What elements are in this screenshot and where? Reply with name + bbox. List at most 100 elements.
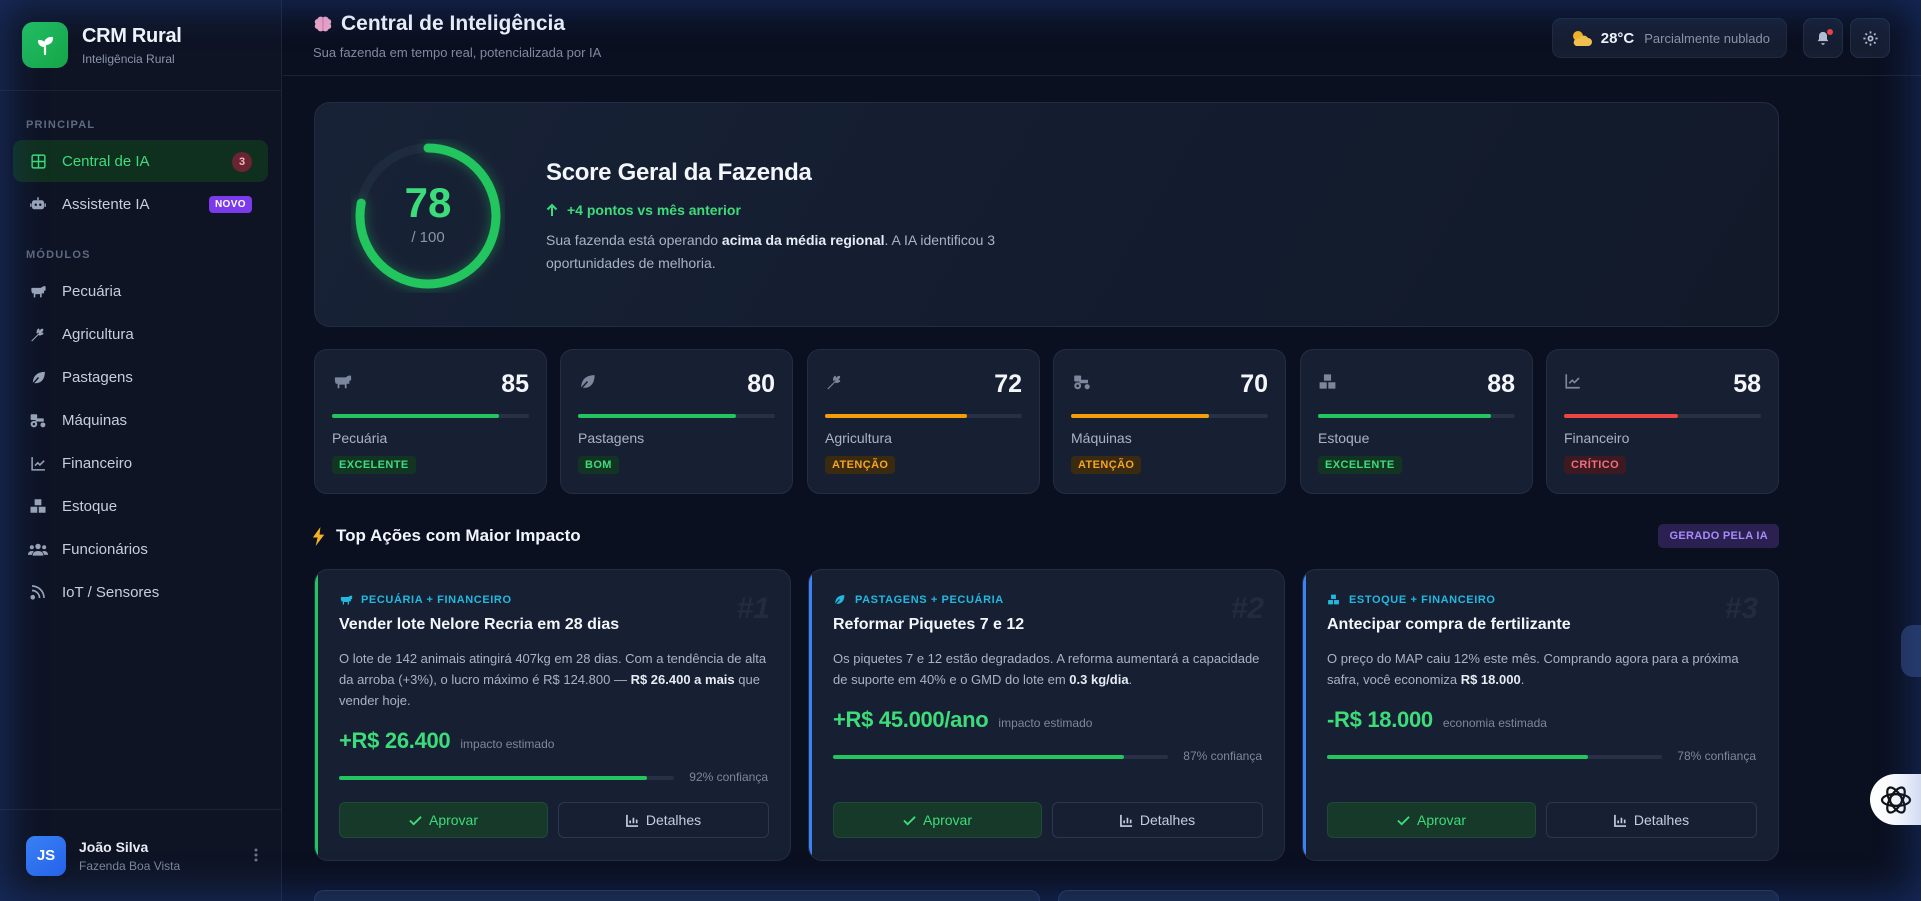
module-card-pastagens[interactable]: 80 Pastagens BOM — [560, 349, 793, 494]
action-impact: +R$ 45.000/ano impacto estimado — [833, 707, 1092, 733]
user-profile[interactable]: JS João Silva Fazenda Boa Vista — [0, 809, 282, 901]
leaf-icon — [833, 593, 848, 607]
action-impact-value: +R$ 26.400 — [339, 728, 451, 753]
avatar: JS — [26, 835, 66, 876]
action-desc-bold: 0.3 kg/dia — [1069, 672, 1129, 687]
action-category: PECUÁRIA + FINANCEIRO — [339, 593, 512, 607]
sidebar-item-pecuaria[interactable]: Pecuária — [13, 270, 268, 312]
action-card-2[interactable]: #2 PASTAGENS + PECUÁRIA Reformar Piquete… — [808, 569, 1285, 861]
sidebar-item-agricultura[interactable]: Agricultura — [13, 313, 268, 355]
check-icon — [1397, 815, 1410, 826]
module-score: 58 — [1733, 370, 1761, 398]
module-progress-bar — [1318, 414, 1515, 418]
action-category: PASTAGENS + PECUÁRIA — [833, 593, 1004, 607]
module-card-agricultura[interactable]: 72 Agricultura ATENÇÃO — [807, 349, 1040, 494]
module-status-badge: EXCELENTE — [1318, 456, 1402, 474]
action-impact: +R$ 26.400 impacto estimado — [339, 728, 554, 754]
module-name: Agricultura — [825, 430, 892, 446]
action-confidence-label: 92% confiança — [689, 770, 768, 784]
module-name: Máquinas — [1071, 430, 1132, 446]
arrow-up-icon — [546, 203, 558, 217]
sidebar-item-label: IoT / Sensores — [62, 583, 160, 601]
action-category-text: ESTOQUE + FINANCEIRO — [1349, 594, 1496, 606]
assistant-launcher-button[interactable] — [1870, 774, 1921, 825]
module-progress-bar — [1564, 414, 1761, 418]
action-category: ESTOQUE + FINANCEIRO — [1327, 593, 1496, 607]
more-vertical-icon[interactable] — [254, 848, 258, 862]
sidebar-item-financeiro[interactable]: Financeiro — [13, 442, 268, 484]
sidebar-item-funcionarios[interactable]: Funcionários — [13, 528, 268, 570]
action-impact-label: impacto estimado — [998, 716, 1093, 730]
chart-line-icon — [28, 453, 48, 473]
action-rank: #2 — [1230, 592, 1264, 625]
brain-icon — [313, 15, 333, 33]
action-impact: -R$ 18.000 economia estimada — [1327, 707, 1547, 733]
action-accent-bar — [809, 570, 812, 860]
sidebar-item-iot[interactable]: IoT / Sensores — [13, 571, 268, 613]
module-score: 72 — [994, 370, 1022, 398]
module-name: Financeiro — [1564, 430, 1630, 446]
sidebar-item-assistente-ia[interactable]: Assistente IA NOVO — [13, 183, 268, 225]
sidebar-item-label: Financeiro — [62, 454, 133, 472]
tractor-icon — [1071, 372, 1093, 392]
sidebar-item-pastagens[interactable]: Pastagens — [13, 356, 268, 398]
sidebar-item-estoque[interactable]: Estoque — [13, 485, 268, 527]
approve-button[interactable]: Aprovar — [339, 802, 548, 838]
section-title-text: Top Ações com Maior Impacto — [336, 526, 581, 545]
action-accent-bar — [1303, 570, 1306, 860]
action-description: O lote de 142 animais atingirá 407kg em … — [339, 648, 769, 711]
score-value: 78 — [404, 179, 452, 226]
action-impact-value: +R$ 45.000/ano — [833, 707, 989, 732]
approve-button[interactable]: Aprovar — [1327, 802, 1536, 838]
chart-line-icon — [1564, 372, 1586, 392]
details-button[interactable]: Detalhes — [1546, 802, 1757, 838]
action-confidence-label: 78% confiança — [1677, 749, 1756, 763]
check-icon — [409, 815, 422, 826]
action-impact-value: -R$ 18.000 — [1327, 707, 1433, 732]
module-card-pecuaria[interactable]: 85 Pecuária EXCELENTE — [314, 349, 547, 494]
users-icon — [28, 539, 48, 559]
ai-generated-tag: GERADO PELA IA — [1658, 524, 1779, 548]
action-rank: #3 — [1724, 592, 1758, 625]
module-card-financeiro[interactable]: 58 Financeiro CRÍTICO — [1546, 349, 1779, 494]
action-description: Os piquetes 7 e 12 estão degradados. A r… — [833, 648, 1263, 690]
leaf-icon — [28, 367, 48, 387]
notification-count-badge: 3 — [232, 152, 252, 172]
action-confidence-label: 87% confiança — [1183, 749, 1262, 763]
bar-chart-icon — [1119, 814, 1133, 827]
module-progress-bar — [825, 414, 1022, 418]
next-card-peek — [314, 890, 1040, 901]
next-card-peek — [1058, 890, 1779, 901]
settings-button[interactable] — [1850, 18, 1890, 58]
module-card-maquinas[interactable]: 70 Máquinas ATENÇÃO — [1053, 349, 1286, 494]
notifications-button[interactable] — [1803, 18, 1843, 58]
user-name: João Silva — [79, 838, 149, 855]
module-status-badge: BOM — [578, 456, 619, 474]
module-score: 70 — [1240, 370, 1268, 398]
sidebar-item-label: Pastagens — [62, 368, 133, 386]
sun-cloud-icon — [1569, 28, 1593, 48]
score-title: Score Geral da Fazenda — [546, 159, 812, 186]
approve-button[interactable]: Aprovar — [833, 802, 1042, 838]
details-button[interactable]: Detalhes — [1052, 802, 1263, 838]
sidebar-item-maquinas[interactable]: Máquinas — [13, 399, 268, 441]
action-confidence-bar — [833, 755, 1168, 759]
sidebar-item-label: Funcionários — [62, 540, 148, 558]
module-score: 80 — [747, 370, 775, 398]
module-status-badge: ATENÇÃO — [1071, 456, 1142, 474]
action-title: Antecipar compra de fertilizante — [1327, 616, 1571, 633]
brand[interactable]: CRM Rural Inteligência Rural — [0, 0, 281, 91]
action-card-1[interactable]: #1 PECUÁRIA + FINANCEIRO Vender lote Nel… — [314, 569, 791, 861]
nav-section-modulos: MÓDULOS — [26, 249, 91, 261]
approve-label: Aprovar — [1416, 812, 1467, 828]
module-name: Pastagens — [578, 430, 645, 446]
module-score: 85 — [501, 370, 529, 398]
sidebar-item-central-ia[interactable]: Central de IA 3 — [13, 140, 268, 182]
weather-widget[interactable]: 28°C Parcialmente nublado — [1551, 18, 1787, 58]
module-score: 88 — [1487, 370, 1515, 398]
action-rank: #1 — [736, 592, 770, 625]
side-panel-handle[interactable] — [1901, 625, 1921, 677]
action-card-3[interactable]: #3 ESTOQUE + FINANCEIRO Antecipar compra… — [1302, 569, 1779, 861]
module-card-estoque[interactable]: 88 Estoque EXCELENTE — [1300, 349, 1533, 494]
details-button[interactable]: Detalhes — [558, 802, 769, 838]
